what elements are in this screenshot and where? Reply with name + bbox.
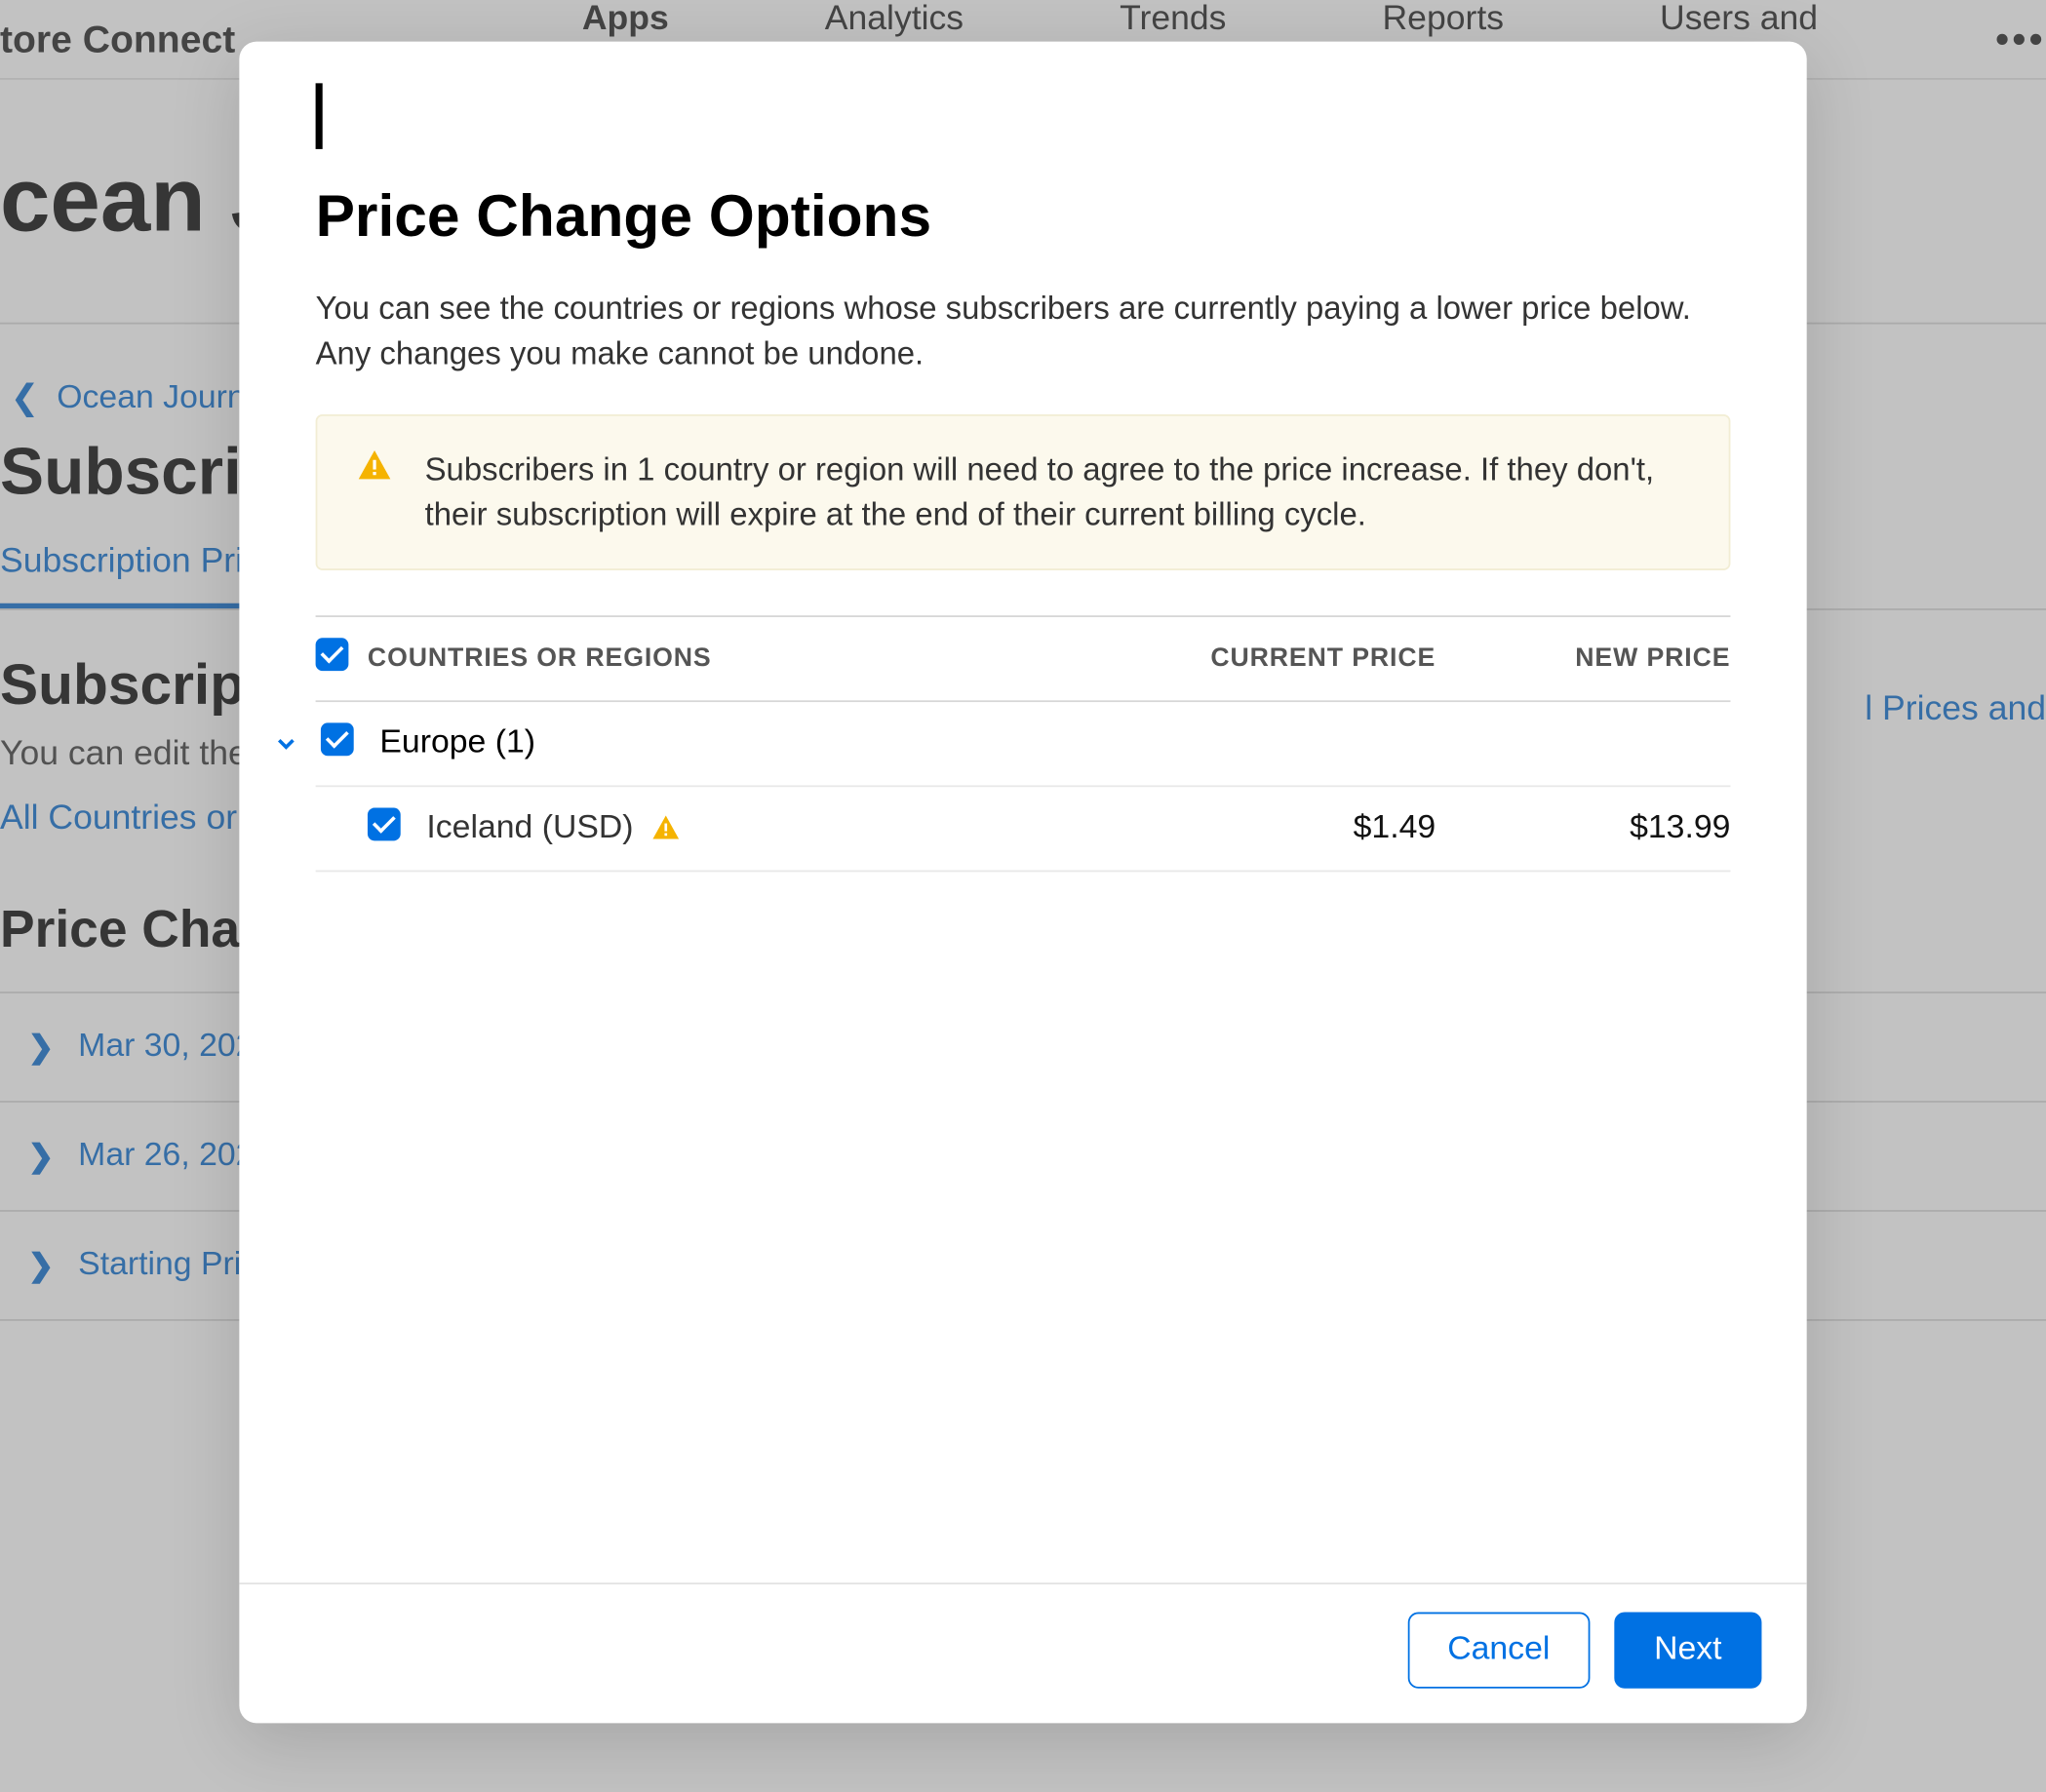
warning-icon bbox=[355, 447, 393, 485]
column-header-new-price: NEW PRICE bbox=[1436, 643, 1730, 673]
table-row: Iceland (USD) $1.49 $13.99 bbox=[316, 785, 1731, 872]
next-button[interactable]: Next bbox=[1614, 1613, 1761, 1689]
new-price-cell: $13.99 bbox=[1436, 809, 1730, 847]
group-checkbox-europe[interactable] bbox=[321, 722, 354, 756]
select-all-checkbox[interactable] bbox=[316, 638, 349, 671]
table-group-europe: Europe (1) bbox=[269, 701, 1731, 784]
modal-overlay: Price Change Options You can see the cou… bbox=[0, 0, 2046, 1792]
countries-table: COUNTRIES OR REGIONS CURRENT PRICE NEW P… bbox=[316, 614, 1731, 871]
table-header-row: COUNTRIES OR REGIONS CURRENT PRICE NEW P… bbox=[316, 614, 1731, 701]
chevron-down-icon[interactable] bbox=[269, 725, 304, 760]
warning-icon bbox=[650, 812, 682, 843]
warning-banner: Subscribers in 1 country or region will … bbox=[316, 414, 1731, 570]
cancel-button[interactable]: Cancel bbox=[1407, 1613, 1590, 1689]
modal-footer: Cancel Next bbox=[239, 1582, 1806, 1723]
price-change-options-modal: Price Change Options You can see the cou… bbox=[239, 42, 1806, 1724]
warning-text: Subscribers in 1 country or region will … bbox=[425, 447, 1691, 536]
row-label-iceland: Iceland (USD) bbox=[426, 809, 633, 847]
modal-title: Price Change Options bbox=[316, 183, 1731, 251]
row-checkbox-iceland[interactable] bbox=[368, 807, 401, 840]
group-label-europe: Europe (1) bbox=[373, 723, 1088, 761]
current-price-cell: $1.49 bbox=[1089, 809, 1436, 847]
modal-description: You can see the countries or regions who… bbox=[316, 286, 1731, 375]
column-header-countries: COUNTRIES OR REGIONS bbox=[368, 643, 1089, 673]
caret-indicator bbox=[316, 83, 323, 149]
column-header-current-price: CURRENT PRICE bbox=[1089, 643, 1436, 673]
